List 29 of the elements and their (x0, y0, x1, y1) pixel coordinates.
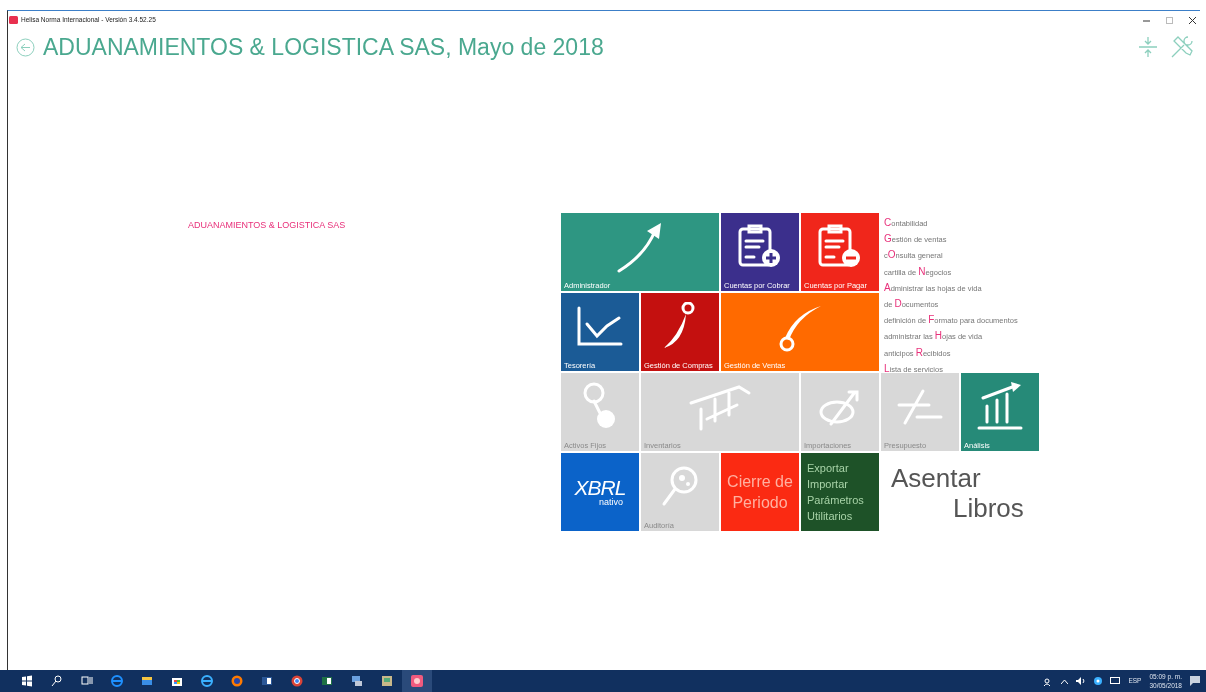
speaker-icon[interactable] (1076, 677, 1087, 685)
bar-chart-icon (975, 382, 1025, 433)
spreadsheet-icon[interactable] (321, 675, 333, 687)
search-icon[interactable] (51, 675, 63, 687)
menu-link[interactable]: Utilitarios (801, 508, 879, 524)
chevron-up-icon[interactable] (1061, 678, 1069, 684)
menu-link[interactable]: Parámetros (801, 492, 879, 508)
company-name: ADUANAMIENTOS & LOGISTICA SAS (188, 220, 346, 230)
window-icon[interactable] (381, 675, 393, 687)
browser-icon[interactable] (111, 675, 123, 687)
menu-link[interactable]: Importar (801, 476, 879, 492)
folder-icon[interactable] (141, 675, 153, 687)
circle-icon[interactable] (1094, 677, 1103, 685)
browser-icon[interactable] (201, 675, 213, 687)
close-icon[interactable] (1189, 16, 1196, 24)
document-icon[interactable] (261, 675, 273, 687)
app-icon[interactable] (411, 675, 423, 687)
monitor-icon[interactable] (1110, 677, 1121, 685)
computer-icon[interactable] (351, 675, 363, 687)
globe-icon[interactable] (291, 675, 303, 687)
page-heading: ADUANAMIENTOS & LOGISTICA SAS, Mayo de 2018 (43, 32, 605, 62)
app-icon (9, 16, 18, 24)
globe-icon[interactable] (231, 675, 243, 687)
notification-icon[interactable] (1190, 676, 1200, 686)
task-view-icon[interactable] (81, 675, 93, 687)
xbrl-tile[interactable]: XBRL nativo (561, 453, 639, 531)
bag-icon[interactable] (171, 675, 183, 687)
windows-icon[interactable] (21, 675, 33, 687)
menu-link[interactable]: Exportar (801, 460, 879, 476)
